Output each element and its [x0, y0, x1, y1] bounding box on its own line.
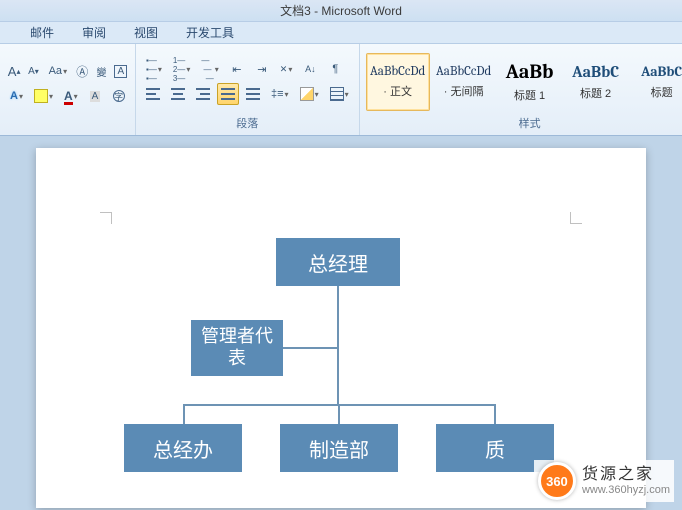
- phonetic-icon: 變: [97, 64, 107, 79]
- style-preview: AaBbCcDd: [436, 64, 491, 79]
- tab-view[interactable]: 视图: [124, 22, 168, 43]
- shrink-font-button[interactable]: A▾: [25, 60, 41, 82]
- org-node-label: 管理者代表: [196, 326, 278, 369]
- tab-developer[interactable]: 开发工具: [176, 22, 244, 43]
- align-right-icon: [196, 88, 210, 100]
- margin-mark-tr: [570, 212, 582, 224]
- style-item-4[interactable]: AaBbC 标题: [630, 53, 682, 111]
- align-center-icon: [171, 88, 185, 100]
- style-label: 正文: [383, 83, 412, 99]
- enclosed-icon: 字: [113, 90, 125, 102]
- connector-line: [283, 347, 338, 349]
- font-color-icon: A: [64, 89, 73, 103]
- align-center-button[interactable]: [167, 83, 189, 105]
- distribute-icon: [246, 88, 260, 100]
- style-preview: AaBbCcDd: [370, 64, 425, 79]
- phonetic-guide-button[interactable]: 變: [93, 60, 109, 82]
- numbering-button[interactable]: 1—2—3—▾: [169, 58, 194, 80]
- styles-group-label: 样式: [366, 115, 682, 133]
- align-left-icon: [146, 88, 160, 100]
- distribute-button[interactable]: [242, 83, 264, 105]
- sort-button[interactable]: A↓: [299, 58, 321, 80]
- style-preview: AaBbC: [641, 63, 682, 80]
- align-right-button[interactable]: [192, 83, 214, 105]
- margin-mark-tl: [100, 212, 112, 224]
- char-border-button[interactable]: A: [113, 60, 129, 82]
- change-case-button[interactable]: Aa▾: [45, 60, 71, 82]
- watermark-url: www.360hyzj.com: [582, 484, 670, 496]
- paint-bucket-icon: [300, 87, 314, 101]
- document-page[interactable]: 总经理 管理者代表 总经办 制造部 质: [36, 148, 646, 508]
- align-justify-icon: [221, 88, 235, 100]
- clear-format-button[interactable]: Ⓐ: [74, 60, 90, 82]
- borders-button[interactable]: ▾: [326, 83, 353, 105]
- ribbon-group-paragraph: ▪—▪—▪—▾ 1—2—3—▾ — — —▾ ⇤ ⇥ ✕▾ A↓ ¶ ‡≡▾ ▾…: [136, 44, 360, 135]
- style-preview: AaBb: [506, 60, 554, 83]
- align-left-button[interactable]: [142, 83, 164, 105]
- paragraph-group-label: 段落: [142, 115, 353, 133]
- bullets-button[interactable]: ▪—▪—▪—▾: [142, 58, 166, 80]
- ribbon-group-font: A▴ A▾ Aa▾ Ⓐ 變 A A▾ ▾ A▾ A 字: [0, 44, 136, 135]
- borders-icon: [330, 87, 344, 101]
- text-effects-button[interactable]: A▾: [6, 85, 27, 107]
- char-shading-button[interactable]: A: [85, 85, 106, 107]
- style-item-0[interactable]: AaBbCcDd 正文: [366, 53, 430, 111]
- outdent-icon: ⇤: [232, 63, 241, 76]
- enclosed-char-button[interactable]: 字: [108, 85, 129, 107]
- org-chart[interactable]: 总经理 管理者代表 总经办 制造部 质: [36, 238, 646, 498]
- shading-button[interactable]: ▾: [296, 83, 323, 105]
- multilevel-icon: — — —: [201, 56, 213, 83]
- tab-mail[interactable]: 邮件: [20, 22, 64, 43]
- highlight-button[interactable]: ▾: [30, 85, 57, 107]
- char-shading-icon: A: [90, 91, 101, 102]
- asian-layout-button[interactable]: ✕▾: [276, 58, 297, 80]
- style-label: 标题 1: [514, 87, 545, 103]
- style-item-1[interactable]: AaBbCcDd 无间隔: [432, 53, 496, 111]
- font-color-button[interactable]: A▾: [60, 85, 82, 107]
- char-border-icon: A: [114, 65, 127, 78]
- watermark: 360 货源之家 www.360hyzj.com: [534, 460, 674, 502]
- bullets-icon: ▪—▪—▪—: [146, 56, 157, 83]
- increase-indent-button[interactable]: ⇥: [251, 58, 273, 80]
- style-item-2[interactable]: AaBb 标题 1: [498, 53, 562, 111]
- align-justify-button[interactable]: [217, 83, 239, 105]
- watermark-text: 货源之家 www.360hyzj.com: [582, 466, 670, 496]
- org-node-root[interactable]: 总经理: [276, 238, 400, 286]
- line-spacing-icon: ‡≡: [271, 88, 284, 100]
- indent-icon: ⇥: [257, 63, 266, 76]
- org-node-child[interactable]: 制造部: [280, 424, 398, 472]
- ribbon-group-styles: AaBbCcDd正文AaBbCcDd无间隔AaBb标题 1AaBbC标题 2Aa…: [360, 44, 682, 135]
- grow-font-button[interactable]: A▴: [6, 60, 22, 82]
- connector-line: [494, 404, 496, 424]
- org-node-child[interactable]: 总经办: [124, 424, 242, 472]
- document-workspace: 总经理 管理者代表 总经办 制造部 质: [0, 136, 682, 510]
- show-marks-button[interactable]: ¶: [324, 58, 346, 80]
- style-preview: AaBbC: [572, 63, 619, 81]
- watermark-badge: 360: [538, 462, 576, 500]
- sort-icon: A↓: [305, 64, 316, 74]
- tab-review[interactable]: 审阅: [72, 22, 116, 43]
- window-title: 文档3 - Microsoft Word: [280, 4, 402, 18]
- style-label: 标题: [651, 84, 673, 100]
- window-title-bar: 文档3 - Microsoft Word: [0, 0, 682, 22]
- connector-line: [338, 404, 340, 424]
- asian-layout-icon: ✕: [280, 64, 288, 75]
- eraser-icon: Ⓐ: [76, 63, 88, 80]
- pilcrow-icon: ¶: [332, 63, 338, 75]
- style-item-3[interactable]: AaBbC 标题 2: [564, 53, 628, 111]
- ribbon: A▴ A▾ Aa▾ Ⓐ 變 A A▾ ▾ A▾ A 字 ▪—▪—▪—▾ 1—2—…: [0, 44, 682, 136]
- org-node-assistant[interactable]: 管理者代表: [191, 320, 283, 376]
- highlight-icon: [34, 89, 48, 103]
- line-spacing-button[interactable]: ‡≡▾: [267, 83, 293, 105]
- watermark-title: 货源之家: [582, 466, 670, 484]
- connector-line: [183, 404, 185, 424]
- style-label: 无间隔: [444, 83, 484, 99]
- style-label: 标题 2: [580, 85, 611, 101]
- connector-line: [337, 286, 339, 404]
- decrease-indent-button[interactable]: ⇤: [226, 58, 248, 80]
- font-group-label: [6, 119, 129, 133]
- numbering-icon: 1—2—3—: [173, 56, 185, 83]
- ribbon-tab-row: 邮件 审阅 视图 开发工具: [0, 22, 682, 44]
- multilevel-button[interactable]: — — —▾: [197, 58, 222, 80]
